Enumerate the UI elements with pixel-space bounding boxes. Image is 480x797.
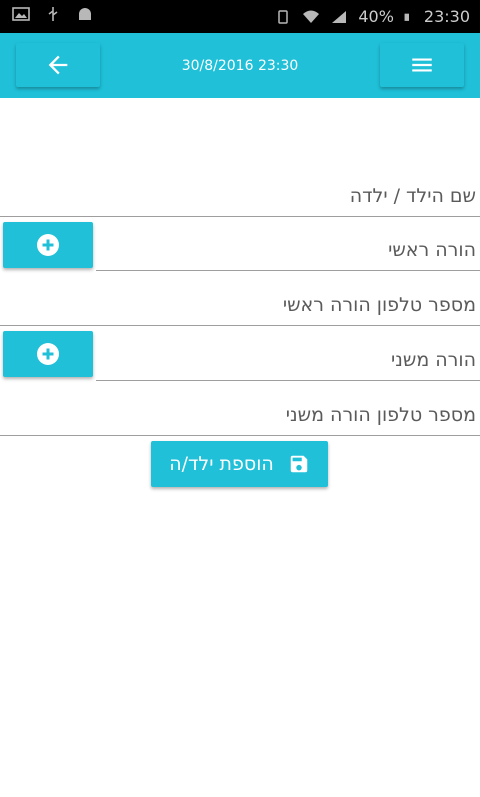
signal-icon bbox=[332, 10, 347, 23]
child-name-input[interactable] bbox=[0, 163, 480, 216]
primary-parent-phone-field[interactable] bbox=[0, 272, 480, 326]
floppy-disk-icon bbox=[290, 455, 308, 473]
menu-button[interactable] bbox=[380, 43, 464, 87]
hamburger-menu-icon bbox=[412, 58, 432, 72]
image-notification-icon bbox=[12, 7, 30, 21]
arrow-left-icon bbox=[48, 55, 68, 75]
status-system-icons: 40% 23:30 bbox=[274, 7, 470, 26]
battery-percent: 40% bbox=[358, 7, 394, 26]
primary-parent-field[interactable] bbox=[96, 217, 480, 271]
vibrate-icon bbox=[278, 9, 289, 24]
wifi-icon bbox=[303, 10, 320, 23]
secondary-parent-phone-input[interactable] bbox=[0, 382, 480, 435]
add-child-button[interactable]: הוספת ילד/ה bbox=[151, 441, 328, 487]
secondary-parent-field[interactable] bbox=[96, 327, 480, 381]
back-button[interactable] bbox=[16, 43, 100, 87]
battery-icon bbox=[404, 13, 409, 21]
status-time: 23:30 bbox=[423, 7, 470, 26]
add-secondary-parent-button[interactable] bbox=[3, 331, 93, 377]
toolbar-title: 30/8/2016 23:30 bbox=[181, 57, 299, 74]
add-child-label: הוספת ילד/ה bbox=[169, 453, 274, 475]
usb-notification-icon bbox=[48, 7, 58, 21]
child-name-field[interactable] bbox=[0, 163, 480, 217]
secondary-parent-input[interactable] bbox=[96, 327, 480, 380]
plus-circle-icon bbox=[37, 234, 59, 256]
status-notification-icons bbox=[12, 6, 94, 22]
secondary-parent-phone-field[interactable] bbox=[0, 382, 480, 436]
android-notification-icon bbox=[79, 8, 91, 20]
status-bar: 40% 23:30 bbox=[0, 0, 480, 33]
primary-parent-input[interactable] bbox=[96, 217, 480, 270]
primary-parent-phone-input[interactable] bbox=[0, 272, 480, 325]
plus-circle-icon bbox=[37, 343, 59, 365]
add-primary-parent-button[interactable] bbox=[3, 222, 93, 268]
